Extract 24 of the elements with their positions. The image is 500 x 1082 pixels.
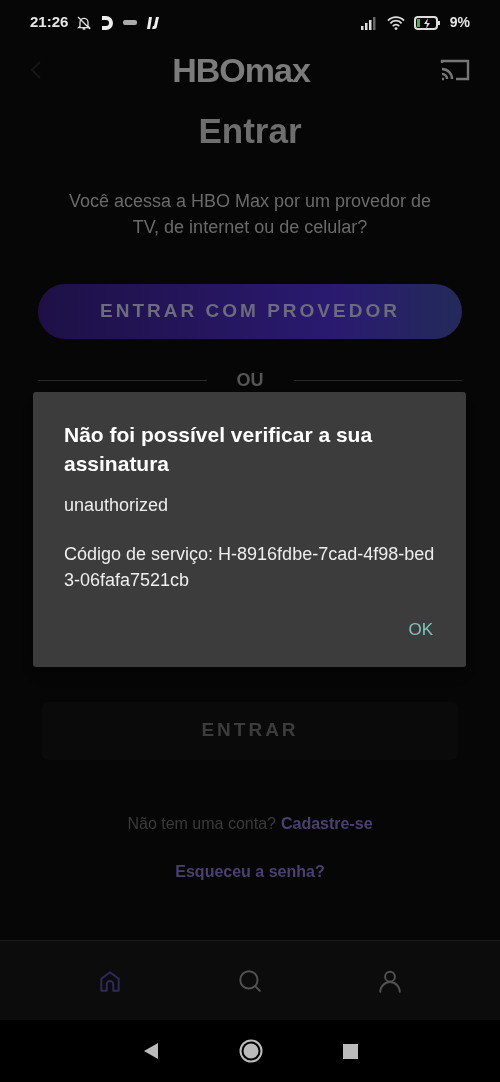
cast-icon[interactable]: [440, 58, 470, 82]
wifi-icon: [385, 14, 406, 31]
recents-nav-icon[interactable]: [342, 1043, 358, 1059]
battery-level: 9%: [449, 13, 470, 32]
status-time: 21:26: [30, 12, 69, 33]
dialog-title: Não foi possível verificar a sua assinatura: [64, 422, 374, 477]
signal-icon: [359, 15, 378, 30]
or-divider: OU: [236, 368, 264, 392]
signup-link[interactable]: Cadastre-se: [280, 811, 373, 836]
bell-off-icon: [76, 14, 93, 31]
dialog-message: unauthorized: [64, 494, 170, 517]
forgot-password-link[interactable]: Esqueceu a senha?: [0, 859, 500, 884]
ok-button[interactable]: OK: [406, 617, 435, 643]
search-icon: [237, 967, 263, 994]
app-icon: [100, 14, 115, 31]
back-nav-icon[interactable]: [142, 1042, 159, 1060]
logo: HBOmax: [172, 53, 310, 87]
home-nav-icon[interactable]: [238, 1039, 263, 1063]
app-icon: [146, 14, 161, 31]
battery-icon: [413, 15, 442, 30]
page-title: Entrar: [197, 110, 303, 152]
provider-question: Você acessa a HBO Max por um provedor de TV, de internet ou de celular?: [67, 189, 433, 239]
provider-button[interactable]: ENTRAR COM PROVEDOR: [38, 283, 462, 339]
service-code: Código de serviço: H-8916fdbe-7cad-4f98-bed3-06fafa7521cb: [64, 543, 435, 592]
